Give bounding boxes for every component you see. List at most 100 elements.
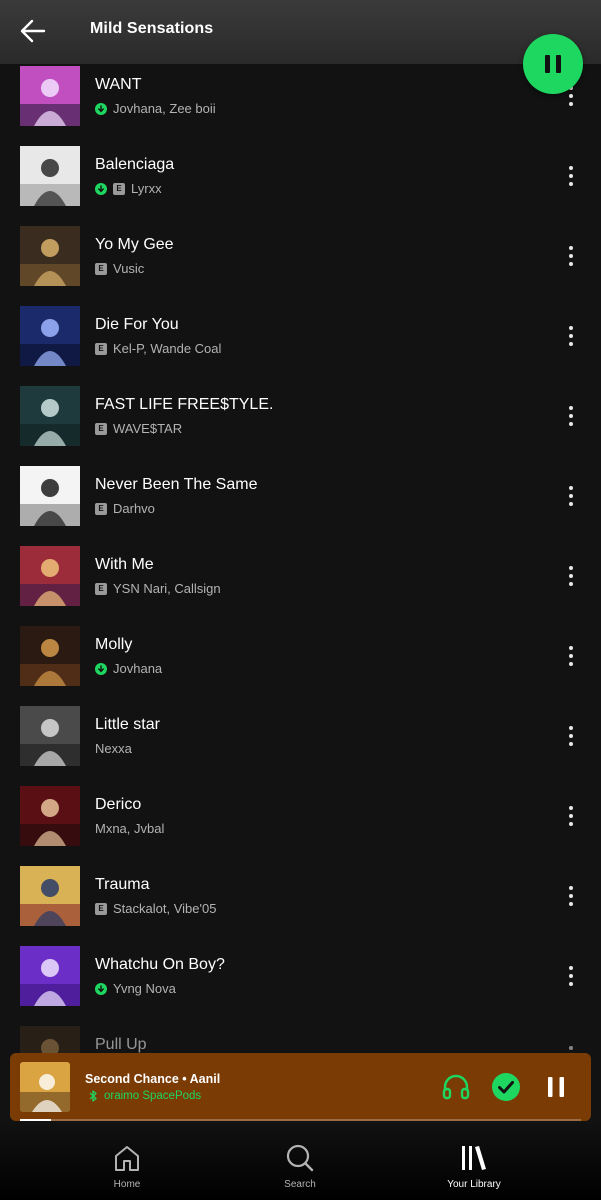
track-row[interactable]: Never Been The Same E Darhvo (0, 464, 601, 544)
now-playing-title: Second Chance • Aanil (85, 1072, 221, 1086)
downloaded-icon (95, 182, 107, 195)
track-title: Pull Up (95, 1036, 147, 1053)
mini-player[interactable]: Second Chance • Aanil oraimo SpacePods (10, 1053, 591, 1121)
saved-check-button[interactable] (490, 1071, 522, 1103)
track-cover (20, 546, 80, 606)
track-row[interactable]: Little star Nexxa (0, 704, 601, 784)
track-row[interactable]: With Me E YSN Nari, Callsign (0, 544, 601, 624)
track-meta: E Darhvo (95, 501, 155, 516)
more-options-button[interactable] (560, 323, 582, 349)
track-row[interactable]: Balenciaga E Lyrxx (0, 144, 601, 224)
page-title: Mild Sensations (90, 20, 214, 37)
track-artists: Jovhana (113, 661, 163, 676)
now-playing-cover (20, 1062, 70, 1112)
track-meta: E YSN Nari, Callsign (95, 581, 221, 596)
track-artists: Yvng Nova (113, 981, 176, 996)
more-options-button[interactable] (560, 243, 582, 269)
bluetooth-icon (89, 1090, 97, 1102)
track-meta: Nexxa (95, 741, 132, 756)
track-artists: Lyrxx (131, 181, 162, 196)
track-meta: E Lyrxx (95, 181, 162, 196)
home-icon (115, 1146, 139, 1171)
more-options-button[interactable] (560, 723, 582, 749)
track-meta: Jovhana (95, 661, 162, 676)
connected-device[interactable]: oraimo SpacePods (88, 1090, 201, 1102)
track-meta: Mxna, Jvbal (95, 821, 164, 836)
downloaded-icon (95, 662, 107, 675)
nav-home[interactable]: Home (67, 1143, 187, 1190)
track-cover (20, 866, 80, 926)
track-title: Trauma (95, 876, 150, 893)
track-list: WANT Jovhana, Zee boii Balenciaga E Lyrxx Yo … (0, 64, 601, 1064)
track-cover (20, 306, 80, 366)
track-cover (20, 706, 80, 766)
more-options-button[interactable] (560, 163, 582, 189)
more-options-button[interactable] (560, 403, 582, 429)
track-meta: E Stackalot, Vibe'05 (95, 901, 216, 916)
track-row[interactable]: FAST LIFE FREE$TYLE. E WAVE$TAR (0, 384, 601, 464)
track-cover (20, 786, 80, 846)
playback-progress-fill (20, 1119, 51, 1121)
track-meta: E Vusic (95, 261, 144, 276)
track-artists: Nexxa (95, 741, 132, 756)
track-row[interactable]: Die For You E Kel-P, Wande Coal (0, 304, 601, 384)
track-title: Never Been The Same (95, 476, 258, 493)
more-vertical-icon (569, 886, 573, 890)
more-vertical-icon (569, 246, 573, 250)
track-row[interactable]: Yo My Gee E Vusic (0, 224, 601, 304)
more-vertical-icon (569, 966, 573, 970)
pause-button[interactable] (523, 34, 583, 94)
track-cover (20, 226, 80, 286)
more-options-button[interactable] (560, 563, 582, 589)
track-artists: WAVE$TAR (113, 421, 183, 436)
track-meta: E WAVE$TAR (95, 421, 182, 436)
track-title: Die For You (95, 316, 179, 333)
more-vertical-icon (569, 1046, 573, 1050)
explicit-badge: E (95, 582, 107, 595)
check-circle-icon (492, 1073, 520, 1101)
top-bar: Mild Sensations (0, 0, 601, 64)
more-options-button[interactable] (560, 483, 582, 509)
track-row[interactable]: Derico Mxna, Jvbal (0, 784, 601, 864)
more-vertical-icon (569, 646, 573, 650)
explicit-badge: E (95, 342, 107, 355)
explicit-badge: E (95, 902, 107, 915)
track-title: Yo My Gee (95, 236, 174, 253)
track-row[interactable]: WANT Jovhana, Zee boii (0, 64, 601, 144)
track-title: With Me (95, 556, 154, 573)
more-options-button[interactable] (560, 883, 582, 909)
track-title: Whatchu On Boy? (95, 956, 225, 973)
track-title: WANT (95, 76, 142, 93)
mini-pause-button[interactable] (540, 1071, 572, 1103)
connect-device-button[interactable] (440, 1071, 472, 1103)
track-title: Balenciaga (95, 156, 175, 173)
bottom-navigation: Home Search Your Library (0, 1121, 601, 1200)
track-row[interactable]: Molly Jovhana (0, 624, 601, 704)
nav-your-library[interactable]: Your Library (414, 1143, 534, 1190)
nav-search[interactable]: Search (240, 1143, 360, 1190)
more-options-button[interactable] (560, 803, 582, 829)
more-vertical-icon (569, 726, 573, 730)
more-options-button[interactable] (560, 963, 582, 989)
nav-search-label: Search (284, 1179, 316, 1190)
track-artists: Vusic (113, 261, 145, 276)
track-row[interactable]: Whatchu On Boy? Yvng Nova (0, 944, 601, 1024)
track-cover (20, 466, 80, 526)
arrow-left-icon (20, 19, 46, 43)
more-vertical-icon (569, 486, 573, 490)
explicit-badge: E (95, 422, 107, 435)
track-cover (20, 946, 80, 1006)
more-options-button[interactable] (560, 643, 582, 669)
track-artists: Darhvo (113, 501, 155, 516)
track-meta: E Kel-P, Wande Coal (95, 341, 221, 356)
explicit-badge: E (95, 502, 107, 515)
pause-icon (548, 1077, 564, 1097)
track-row[interactable]: Trauma E Stackalot, Vibe'05 (0, 864, 601, 944)
track-artists: Jovhana, Zee boii (113, 101, 216, 116)
downloaded-icon (95, 102, 107, 115)
track-cover (20, 66, 80, 126)
explicit-badge: E (95, 262, 107, 275)
back-button[interactable] (18, 16, 48, 46)
nav-home-label: Home (113, 1179, 141, 1190)
track-title: Molly (95, 636, 133, 653)
